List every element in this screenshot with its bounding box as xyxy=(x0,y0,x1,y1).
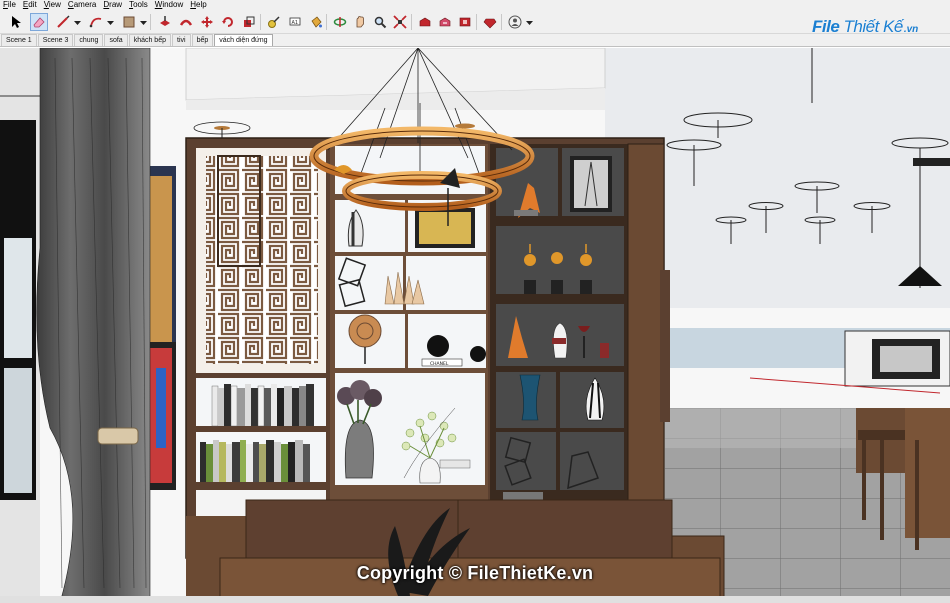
text-icon[interactable]: A1 xyxy=(286,13,304,31)
3d-viewport[interactable]: CHANEL xyxy=(0,48,950,603)
tab-chung[interactable]: chung xyxy=(74,34,104,46)
toolbar-separator xyxy=(150,14,151,30)
warehouse-icon[interactable] xyxy=(416,13,434,31)
extension-warehouse-icon[interactable] xyxy=(456,13,474,31)
toolbar-separator xyxy=(501,14,502,30)
toolbar: A1 xyxy=(0,10,950,34)
menu-camera[interactable]: Camera xyxy=(65,0,100,10)
account-icon[interactable] xyxy=(506,13,524,31)
menu-window[interactable]: Window xyxy=(152,0,187,10)
menu-edit[interactable]: Edit xyxy=(20,0,41,10)
tab-khach-bep[interactable]: khách bếp xyxy=(128,34,171,46)
paint-bucket-icon[interactable] xyxy=(307,13,325,31)
follow-me-icon[interactable] xyxy=(177,13,195,31)
rotate-icon[interactable] xyxy=(219,13,237,31)
menu-tools[interactable]: Tools xyxy=(126,0,152,10)
pan-icon[interactable] xyxy=(351,13,369,31)
toolbar-separator xyxy=(411,14,412,30)
book-label: CHANEL xyxy=(430,361,449,367)
move-icon[interactable] xyxy=(198,13,216,31)
chevron-down-icon[interactable] xyxy=(74,19,81,26)
tab-vach-dien-dung[interactable]: vách diện đứng xyxy=(214,34,273,46)
tab-bep[interactable]: bếp xyxy=(191,34,214,46)
scale-icon[interactable] xyxy=(240,13,258,31)
menu-view[interactable]: View xyxy=(41,0,65,10)
line-icon[interactable] xyxy=(54,13,72,31)
tab-scene-1[interactable]: Scene 1 xyxy=(1,34,37,46)
rectangle-icon[interactable] xyxy=(120,13,138,31)
chevron-down-icon[interactable] xyxy=(526,19,533,26)
watermark-text: Copyright © FileThietKe.vn xyxy=(356,563,594,583)
orbit-icon[interactable] xyxy=(331,13,349,31)
interior-render: CHANEL xyxy=(0,48,950,603)
menu-file[interactable]: File xyxy=(0,0,20,10)
tab-tivi[interactable]: tivi xyxy=(172,34,191,46)
toolbar-separator xyxy=(476,14,477,30)
zoom-icon[interactable] xyxy=(371,13,389,31)
chevron-down-icon[interactable] xyxy=(107,19,114,26)
eraser-icon[interactable] xyxy=(30,13,48,31)
toolbar-separator xyxy=(326,14,327,30)
share-model-icon[interactable] xyxy=(436,13,454,31)
svg-text:A1: A1 xyxy=(292,20,299,26)
tape-measure-icon[interactable] xyxy=(265,13,283,31)
scene-tabs: Scene 1 Scene 3 chung sofa khách bếp tiv… xyxy=(0,34,950,47)
menu-draw[interactable]: Draw xyxy=(100,0,126,10)
tab-sofa[interactable]: sofa xyxy=(104,34,128,46)
zoom-extents-icon[interactable] xyxy=(391,13,409,31)
toolbar-separator xyxy=(260,14,261,30)
arc-icon[interactable] xyxy=(87,13,105,31)
push-pull-icon[interactable] xyxy=(156,13,174,31)
select-icon[interactable] xyxy=(7,13,25,31)
sketchup-window: File Edit View Camera Draw Tools Window … xyxy=(0,0,950,603)
ruby-icon[interactable] xyxy=(481,13,499,31)
chevron-down-icon[interactable] xyxy=(140,19,147,26)
menu-help[interactable]: Help xyxy=(187,0,210,10)
tab-scene-3[interactable]: Scene 3 xyxy=(37,34,74,46)
menu-bar: File Edit View Camera Draw Tools Window … xyxy=(0,0,950,10)
